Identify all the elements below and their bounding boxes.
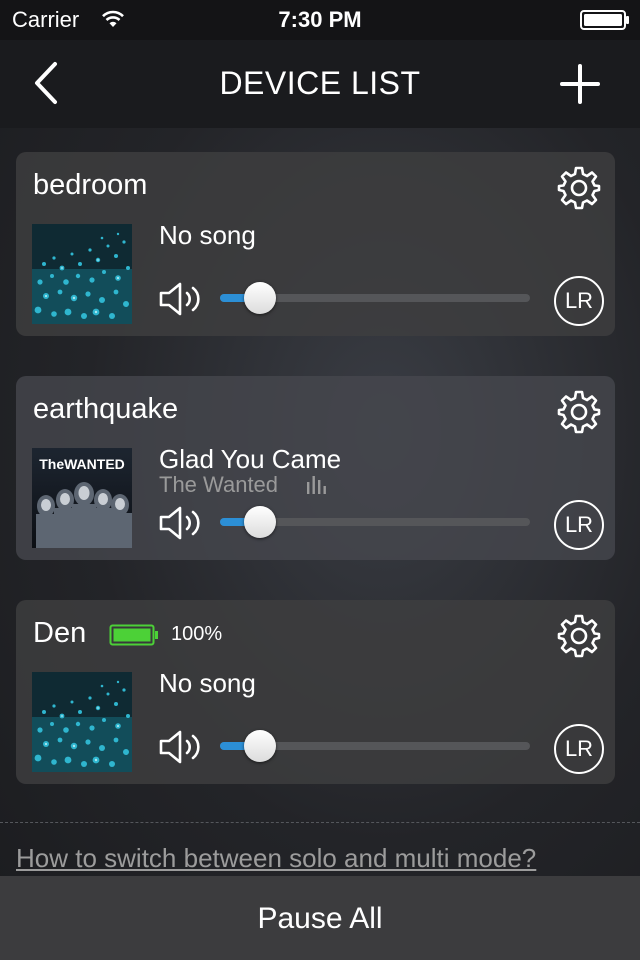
settings-gear-icon[interactable] bbox=[556, 165, 602, 211]
settings-gear-icon[interactable] bbox=[556, 613, 602, 659]
device-name: earthquake bbox=[33, 393, 179, 425]
now-playing-equalizer-icon bbox=[307, 476, 326, 494]
song-title: No song bbox=[159, 220, 256, 250]
lr-channel-button[interactable]: LR bbox=[554, 276, 604, 326]
album-art-text: TheWANTED bbox=[39, 456, 125, 472]
volume-speaker-icon[interactable] bbox=[158, 280, 204, 318]
lr-channel-button[interactable]: LR bbox=[554, 724, 604, 774]
device-name: Den bbox=[33, 617, 87, 649]
add-device-plus-icon[interactable] bbox=[558, 62, 602, 106]
device-card[interactable]: earthquake TheWANTED Glad You Came The W… bbox=[16, 376, 615, 560]
lr-channel-button[interactable]: LR bbox=[554, 500, 604, 550]
page-title: DEVICE LIST bbox=[219, 65, 421, 101]
device-name: bedroom bbox=[33, 169, 148, 201]
device-card[interactable]: Den 100% No song LR bbox=[16, 600, 615, 784]
volume-slider-thumb[interactable] bbox=[244, 506, 277, 538]
pause-all-label: Pause All bbox=[257, 902, 383, 935]
settings-gear-icon[interactable] bbox=[556, 389, 602, 435]
volume-slider-thumb[interactable] bbox=[244, 730, 277, 762]
status-bar: Carrier 7:30 PM bbox=[0, 0, 640, 40]
volume-slider[interactable] bbox=[220, 506, 530, 538]
device-card[interactable]: bedroom No song LR bbox=[16, 152, 615, 336]
divider bbox=[0, 822, 640, 823]
volume-slider[interactable] bbox=[220, 730, 530, 762]
volume-slider-thumb[interactable] bbox=[244, 282, 277, 314]
album-art bbox=[32, 672, 132, 772]
navigation-bar: DEVICE LIST bbox=[0, 40, 640, 128]
help-link[interactable]: How to switch between solo and multi mod… bbox=[16, 843, 536, 874]
album-art: TheWANTED bbox=[32, 448, 132, 548]
song-title: Glad You Came bbox=[159, 444, 342, 474]
volume-speaker-icon[interactable] bbox=[158, 728, 204, 766]
clock: 7:30 PM bbox=[278, 7, 362, 32]
volume-speaker-icon[interactable] bbox=[158, 504, 204, 542]
battery-percentage: 100% bbox=[171, 623, 223, 645]
song-title: No song bbox=[159, 668, 256, 698]
battery-icon bbox=[580, 10, 629, 30]
pause-all-button[interactable]: Pause All bbox=[0, 876, 640, 960]
album-art bbox=[32, 224, 132, 324]
volume-slider[interactable] bbox=[220, 282, 530, 314]
device-battery-icon bbox=[109, 624, 158, 646]
artist-name: The Wanted bbox=[159, 472, 279, 497]
